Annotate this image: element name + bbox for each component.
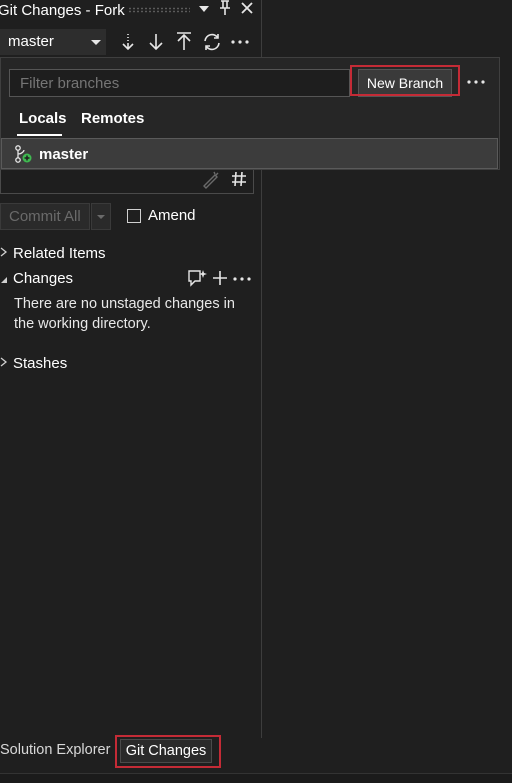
branch-selector-value: master <box>8 33 54 50</box>
commit-all-button[interactable]: Commit All <box>0 203 90 230</box>
filter-branches-input[interactable] <box>9 69 350 97</box>
more-options-icon[interactable] <box>229 31 251 53</box>
section-changes[interactable]: Changes <box>13 270 73 287</box>
dropdown-more-icon[interactable] <box>466 74 486 93</box>
dropdown-caret-icon[interactable] <box>194 0 214 20</box>
amend-checkbox[interactable] <box>127 209 141 223</box>
tab-locals[interactable]: Locals <box>19 110 67 127</box>
chevron-down-icon[interactable] <box>0 272 8 288</box>
close-icon[interactable] <box>237 0 257 20</box>
chevron-down-icon <box>91 40 101 45</box>
section-related-items[interactable]: Related Items <box>13 245 106 262</box>
git-changes-tab-highlight <box>115 735 221 768</box>
tab-solution-explorer[interactable]: Solution Explorer <box>0 742 110 758</box>
chevron-down-icon <box>97 215 105 219</box>
changes-more-icon[interactable] <box>232 268 252 291</box>
section-stashes[interactable]: Stashes <box>13 355 67 372</box>
fetch-icon[interactable] <box>117 31 139 53</box>
chevron-right-icon[interactable] <box>0 247 8 260</box>
pull-icon[interactable] <box>145 31 167 53</box>
sync-icon[interactable] <box>201 31 223 53</box>
branch-selector[interactable]: master <box>0 29 106 55</box>
chevron-right-icon[interactable] <box>0 357 8 370</box>
new-branch-highlight <box>350 65 460 96</box>
panel-title: Git Changes - Fork <box>0 2 125 19</box>
tab-remotes[interactable]: Remotes <box>81 110 144 127</box>
ai-comment-icon[interactable] <box>187 268 209 291</box>
tab-locals-underline <box>17 134 62 136</box>
ai-generate-message-icon[interactable] <box>201 169 221 192</box>
stage-all-icon[interactable] <box>210 268 230 291</box>
pin-icon[interactable] <box>215 0 235 21</box>
push-icon[interactable] <box>173 31 195 53</box>
branch-icon <box>13 144 33 167</box>
commit-options-dropdown[interactable] <box>91 203 111 230</box>
hash-reference-icon[interactable] <box>229 169 249 192</box>
branch-name: master <box>39 146 89 163</box>
title-grip[interactable] <box>128 7 190 13</box>
amend-label: Amend <box>148 207 196 224</box>
no-changes-message: There are no unstaged changes in the wor… <box>14 296 235 332</box>
